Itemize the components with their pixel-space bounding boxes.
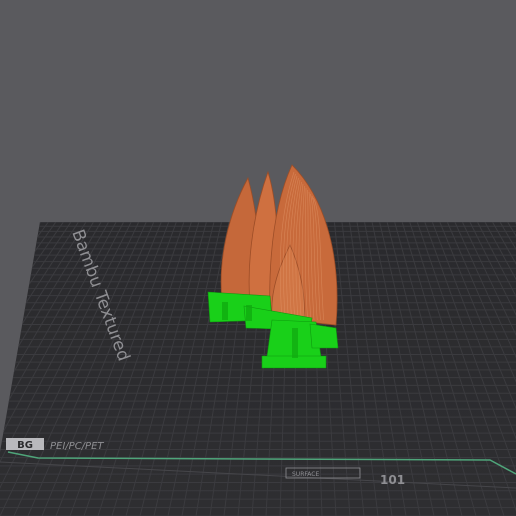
bed-plate-type-label: PEI/PC/PET (50, 441, 104, 452)
scene-canvas[interactable]: Bambu Textured BG PEI/PC/PET SURFACE 101 (0, 0, 516, 516)
3d-viewport[interactable]: Bambu Textured BG PEI/PC/PET SURFACE 101 (0, 0, 516, 516)
bed-small-label: SURFACE (292, 471, 319, 478)
bed-corner-badge: BG (17, 440, 33, 451)
support-shadow-3 (292, 328, 298, 358)
bed-center-label: 101 (380, 473, 405, 487)
support-shadow-2 (246, 305, 252, 321)
support-block-right (309, 323, 339, 349)
support-shadow-1 (222, 302, 228, 320)
